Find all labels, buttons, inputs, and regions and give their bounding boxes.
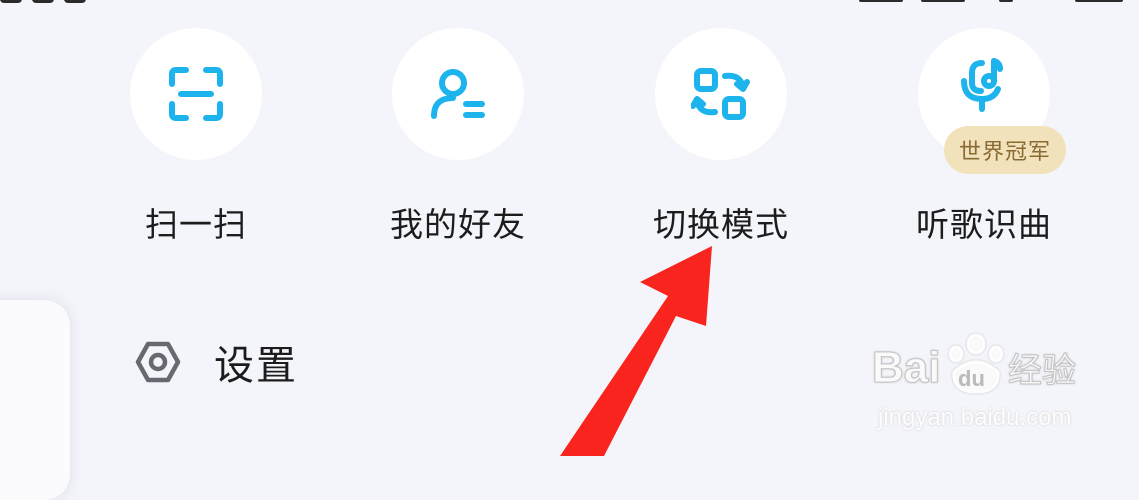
- watermark-url: jingyan.baidu.com: [878, 404, 1072, 431]
- svg-text:du: du: [958, 366, 985, 391]
- svg-text:经验: 经验: [1008, 351, 1076, 391]
- baidu-jingyan-watermark: Bai du 经验 jingyan.baidu.com: [860, 330, 1130, 440]
- baidu-logo-icon: Bai du 经验: [872, 333, 1077, 394]
- svg-text:Bai: Bai: [872, 343, 940, 392]
